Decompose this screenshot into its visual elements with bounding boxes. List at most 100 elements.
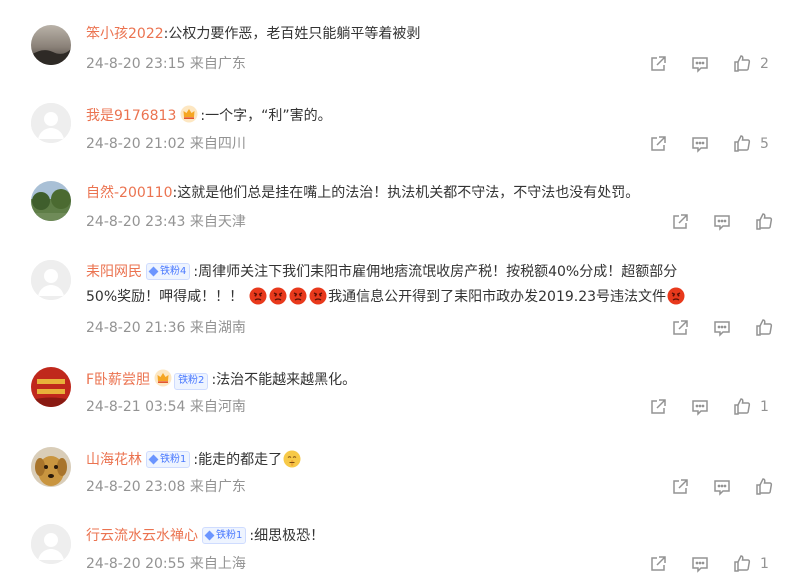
location: 来自四川	[189, 136, 246, 152]
comment-content: :这就是他们总是挂在嘴上的法治！执法机关都不守法，不守法也没有处罚。	[172, 185, 640, 201]
gem-icon	[148, 454, 159, 465]
timestamp: 24-8-20 23:43	[86, 214, 186, 230]
like-icon	[756, 478, 773, 495]
comment-item: 我是9176813:一个字，“利”害的。 24-8-20 21:02 来自四川 …	[0, 80, 802, 160]
like-count: 1	[760, 399, 769, 415]
reply-icon[interactable]	[690, 554, 710, 574]
share-icon[interactable]	[648, 554, 668, 574]
location: 来自上海	[189, 556, 246, 572]
comment-content: :能走的都走了	[193, 452, 283, 468]
comment-item: 山海花林 铁粉1:能走的都走了 24-8-20 23:08 来自广东	[0, 430, 802, 510]
share-icon[interactable]	[670, 318, 690, 338]
comment-meta: 24-8-20 21:02 来自四川	[86, 134, 246, 154]
avatar[interactable]	[31, 367, 71, 407]
comment-actions: 2	[648, 54, 788, 74]
comment-content: :公权力要作恶，老百姓只能躺平等着被剥	[163, 26, 421, 42]
reply-icon[interactable]	[690, 397, 710, 417]
like-icon	[756, 213, 773, 230]
comment-actions	[670, 477, 790, 497]
like-button[interactable]: 5	[732, 134, 769, 154]
avatar[interactable]	[31, 103, 71, 143]
like-icon	[756, 319, 773, 336]
angry-face-emoji	[667, 287, 685, 305]
fan-badge[interactable]: 铁粉4	[146, 263, 191, 280]
location: 来自天津	[189, 214, 246, 230]
crown-badge-icon	[154, 369, 172, 395]
comment-text: 耒阳网民 铁粉4:周律师关注下我们耒阳市雇佣地痞流氓收房产税！按税额40%分成！超…	[86, 260, 788, 284]
username[interactable]: 山海花林	[86, 452, 142, 468]
comment-item: 耒阳网民 铁粉4:周律师关注下我们耒阳市雇佣地痞流氓收房产税！按税额40%分成！超…	[0, 240, 802, 350]
avatar[interactable]	[31, 25, 71, 65]
comment-meta: 24-8-20 23:43 来自天津	[86, 212, 246, 232]
comment-meta: 24-8-21 03:54 来自河南	[86, 397, 246, 417]
comment-item: 自然-200110:这就是他们总是挂在嘴上的法治！执法机关都不守法，不守法也没有…	[0, 160, 802, 240]
like-button[interactable]: 1	[732, 554, 769, 574]
avatar[interactable]	[31, 181, 71, 221]
like-button[interactable]	[754, 477, 782, 497]
like-button[interactable]: 2	[732, 54, 769, 74]
avatar[interactable]	[31, 447, 71, 487]
reply-icon[interactable]	[712, 212, 732, 232]
angry-face-emoji	[249, 287, 267, 305]
comment-content: :周律师关注下我们耒阳市雇佣地痞流氓收房产税！按税额40%分成！超额部分	[193, 264, 678, 280]
shushing-face-emoji	[283, 450, 301, 468]
share-icon[interactable]	[670, 477, 690, 497]
fan-badge[interactable]: 铁粉2	[174, 372, 209, 390]
comment-actions	[670, 212, 790, 232]
comment-item: F卧薪尝胆 铁粉2:法治不能越来越黑化。 24-8-21 03:54 来自河南 1	[0, 350, 802, 430]
timestamp: 24-8-20 21:36	[86, 320, 186, 336]
comment-content: :法治不能越来越黑化。	[211, 372, 357, 388]
like-icon	[734, 135, 751, 152]
comment-text: 自然-200110:这就是他们总是挂在嘴上的法治！执法机关都不守法，不守法也没有…	[86, 181, 788, 205]
crown-badge-icon	[180, 105, 198, 131]
comment-meta: 24-8-20 23:15 来自广东	[86, 54, 246, 74]
share-icon[interactable]	[648, 397, 668, 417]
reply-icon[interactable]	[690, 54, 710, 74]
avatar[interactable]	[31, 524, 71, 564]
like-count: 2	[760, 56, 769, 72]
gem-icon	[204, 530, 215, 541]
location: 来自湖南	[189, 320, 246, 336]
comment-item: 笨小孩2022:公权力要作恶，老百姓只能躺平等着被剥 24-8-20 23:15…	[0, 0, 802, 80]
comment-item: 行云流水云水禅心 铁粉1:细思极恐！ 24-8-20 20:55 来自上海 1	[0, 510, 802, 583]
like-count: 1	[760, 556, 769, 572]
timestamp: 24-8-20 20:55	[86, 556, 186, 572]
comment-meta: 24-8-20 21:36 来自湖南	[86, 318, 246, 338]
comment-content: :细思极恐！	[249, 528, 325, 544]
comment-text: 山海花林 铁粉1:能走的都走了	[86, 448, 788, 472]
timestamp: 24-8-21 03:54	[86, 399, 186, 415]
share-icon[interactable]	[670, 212, 690, 232]
avatar[interactable]	[31, 260, 71, 300]
comment-text-line2: 50%奖励！呷得咸！！！ 我通信息公开得到了耒阳市政办发2019.23号违法文件	[86, 285, 788, 309]
timestamp: 24-8-20 23:08	[86, 479, 186, 495]
reply-icon[interactable]	[712, 318, 732, 338]
location: 来自广东	[189, 56, 246, 72]
username[interactable]: 自然-200110	[86, 185, 173, 201]
comment-actions: 1	[648, 554, 788, 574]
fan-badge[interactable]: 铁粉1	[146, 451, 191, 468]
comment-text: 笨小孩2022:公权力要作恶，老百姓只能躺平等着被剥	[86, 22, 788, 46]
comment-meta: 24-8-20 23:08 来自广东	[86, 477, 246, 497]
like-icon	[734, 398, 751, 415]
angry-face-emoji	[269, 287, 287, 305]
username[interactable]: 笨小孩2022	[86, 26, 164, 42]
comment-meta: 24-8-20 20:55 来自上海	[86, 554, 246, 574]
like-button[interactable]	[754, 212, 782, 232]
like-button[interactable]	[754, 318, 782, 338]
like-icon	[734, 555, 751, 572]
location: 来自广东	[189, 479, 246, 495]
fan-badge[interactable]: 铁粉1	[202, 527, 247, 544]
share-icon[interactable]	[648, 54, 668, 74]
comment-text: 我是9176813:一个字，“利”害的。	[86, 104, 788, 131]
angry-face-emoji	[289, 287, 307, 305]
username[interactable]: 行云流水云水禅心	[86, 528, 198, 544]
username[interactable]: F卧薪尝胆	[86, 372, 150, 388]
reply-icon[interactable]	[712, 477, 732, 497]
share-icon[interactable]	[648, 134, 668, 154]
username[interactable]: 我是9176813	[86, 108, 176, 124]
like-button[interactable]: 1	[732, 397, 769, 417]
username[interactable]: 耒阳网民	[86, 264, 142, 280]
gem-icon	[148, 266, 159, 277]
reply-icon[interactable]	[690, 134, 710, 154]
like-count: 5	[760, 136, 769, 152]
